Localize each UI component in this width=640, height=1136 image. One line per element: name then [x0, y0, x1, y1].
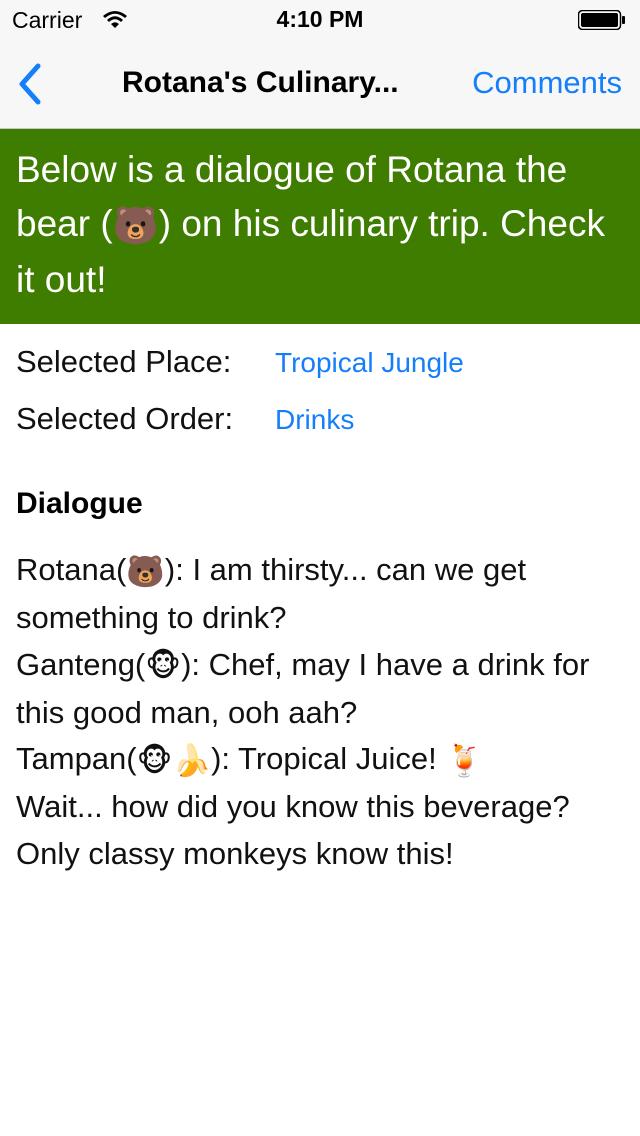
back-button[interactable] — [10, 60, 54, 108]
speaker-name: Rotana( — [16, 552, 127, 587]
dialogue-text: Rotana(🐻): I am thirsty... can we get so… — [16, 547, 626, 877]
comments-button[interactable]: Comments — [472, 65, 622, 101]
bear-emoji-icon: 🐻 — [112, 205, 159, 247]
selected-order-label: Selected Order: — [16, 401, 234, 436]
monkey-banana-emoji-icon: 🐵🍌 — [136, 742, 212, 778]
dialogue-line-rotana: Rotana(🐻): I am thirsty... can we get so… — [16, 547, 626, 642]
dialogue-heading: Dialogue — [16, 487, 143, 520]
dialogue-line-text: ): Tropical Juice! — [211, 741, 446, 777]
page-title: Rotana's Culinary... — [122, 66, 399, 99]
tropical-drink-emoji-icon: 🍹 — [445, 742, 484, 778]
battery-full-icon — [577, 9, 626, 31]
intro-banner: Below is a dialogue of Rotana the bear (… — [0, 129, 640, 324]
dialogue-line-ganteng: Ganteng(🐵): Chef, may I have a drink for… — [16, 642, 626, 737]
dialogue-line-continuation: Wait... how did you know this beverage? … — [16, 789, 570, 871]
selected-place-value[interactable]: Tropical Jungle — [275, 347, 464, 379]
screen: Carrier 4:10 PM Rotana's Culinary... Com… — [0, 0, 640, 1136]
bear-emoji-icon: 🐻 — [126, 553, 165, 589]
speaker-name: Tampan( — [16, 741, 137, 777]
selected-place-label: Selected Place: — [16, 344, 232, 379]
navigation-bar: Rotana's Culinary... Comments — [0, 40, 640, 129]
intro-text: Below is a dialogue of Rotana the bear (… — [16, 143, 622, 307]
speaker-name: Ganteng( — [16, 646, 146, 682]
monkey-emoji-icon: 🐵 — [145, 648, 182, 684]
status-bar: Carrier 4:10 PM — [0, 0, 640, 40]
chevron-left-icon — [10, 63, 54, 112]
dialogue-line-tampan: Tampan(🐵🍌): Tropical Juice! 🍹 — [16, 736, 626, 784]
status-time: 4:10 PM — [276, 6, 364, 32]
selected-order-value[interactable]: Drinks — [275, 404, 354, 436]
